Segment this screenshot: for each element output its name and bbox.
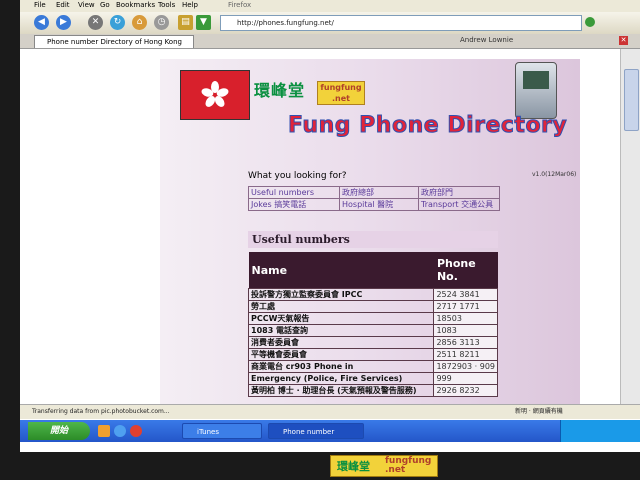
table-row: 投訴警方獨立監察委員會 IPCC 2524 3841 bbox=[247, 288, 498, 301]
table-row: PCCW天氣報告 18503 bbox=[247, 312, 498, 325]
status-bar: Transferring data from pic.photobucket.c… bbox=[20, 404, 640, 419]
row-phone: 1083 bbox=[433, 324, 498, 337]
address-text: http://phones.fungfung.net/ bbox=[237, 19, 334, 27]
menu-tools[interactable]: Tools bbox=[158, 1, 175, 9]
tab-title: Phone number Directory of Hong Kong bbox=[47, 38, 182, 46]
link-jokes[interactable]: Jokes 搞笑電話 bbox=[248, 198, 340, 211]
table-row: 消費者委員會 2856 3113 bbox=[247, 336, 498, 349]
bezel-sticker-logo: 環峰堂 fungfung .net bbox=[330, 455, 438, 477]
table-row: 勞工處 2717 1771 bbox=[247, 300, 498, 313]
home-icon[interactable]: ⌂ bbox=[132, 15, 147, 30]
row-name: 消費者委員會 bbox=[247, 336, 435, 349]
row-name: Emergency (Police, Fire Services) bbox=[247, 372, 435, 385]
bezel-brand: fungfung .net bbox=[385, 456, 432, 475]
ie-icon[interactable] bbox=[114, 425, 126, 437]
row-name: 商業電台 cr903 Phone in bbox=[247, 360, 435, 373]
question-label: What you looking for? bbox=[248, 171, 347, 181]
table-row: 黃明柏 博士 · 助理台長 (天氣預報及警告服務) 2926 8232 bbox=[247, 384, 498, 397]
table-row: 平等機會委員會 2511 8211 bbox=[247, 348, 498, 361]
menu-edit[interactable]: Edit bbox=[56, 1, 70, 9]
menu-bookmarks[interactable]: Bookmarks bbox=[116, 1, 155, 9]
task-phone-directory[interactable]: Phone number Direct... bbox=[268, 423, 364, 452]
logo-chinese: 環峰堂 bbox=[254, 81, 306, 100]
address-bar[interactable]: http://phones.fungfung.net/ bbox=[220, 15, 582, 31]
row-name: PCCW天氣報告 bbox=[247, 312, 435, 325]
system-tray bbox=[560, 420, 640, 442]
logo-tld: .net bbox=[332, 94, 350, 103]
quicklaunch-icon[interactable] bbox=[98, 425, 110, 437]
row-name: 黃明柏 博士 · 助理台長 (天氣預報及警告服務) bbox=[247, 384, 435, 397]
table-row: 商業電台 cr903 Phone in 1872903 · 909 bbox=[247, 360, 498, 373]
column-header-name: Name bbox=[248, 252, 434, 289]
row-name: 勞工處 bbox=[247, 300, 435, 313]
column-header-phone: Phone No. bbox=[433, 252, 498, 289]
row-name: 平等機會委員會 bbox=[247, 348, 435, 361]
link-transport[interactable]: Transport 交通公具 bbox=[418, 198, 500, 211]
task-itunes[interactable]: iTunes bbox=[182, 423, 262, 439]
forward-arrow-icon[interactable]: ▶ bbox=[56, 15, 71, 30]
bauhinia-icon bbox=[201, 81, 229, 107]
screen: File Edit View Go Bookmarks Tools Help F… bbox=[20, 0, 640, 452]
status-right: 新明 · 網頁續有機 bbox=[515, 408, 563, 415]
logo-fungfung: fungfung .net bbox=[317, 81, 365, 105]
go-icon[interactable] bbox=[585, 17, 595, 27]
link-useful-numbers[interactable]: Useful numbers bbox=[248, 186, 340, 199]
tab-bar: Phone number Directory of Hong Kong Andr… bbox=[20, 34, 640, 49]
category-links: Useful numbers 政府總部 政府部門 Jokes 搞笑電話 Hosp… bbox=[248, 186, 500, 211]
menu-view[interactable]: View bbox=[78, 1, 95, 9]
row-phone: 2717 1771 bbox=[433, 300, 498, 313]
row-phone: 2856 3113 bbox=[433, 336, 498, 349]
menu-bar: File Edit View Go Bookmarks Tools Help F… bbox=[20, 0, 640, 12]
menu-go[interactable]: Go bbox=[100, 1, 110, 9]
row-phone: 2511 8211 bbox=[433, 348, 498, 361]
row-phone: 2926 8232 bbox=[433, 384, 498, 397]
vertical-scrollbar[interactable] bbox=[620, 49, 640, 404]
version-label: v1.0(12Mar06) bbox=[532, 171, 577, 178]
directory-page: 環峰堂 fungfung .net Fung Phone Directory v… bbox=[160, 59, 580, 404]
bezel-chinese: 環峰堂 bbox=[337, 460, 370, 473]
row-name: 1083 電話查詢 bbox=[247, 324, 435, 337]
link-hospital[interactable]: Hospital 醫院 bbox=[339, 198, 419, 211]
link-government-hq[interactable]: 政府總部 bbox=[339, 186, 419, 199]
download-icon[interactable]: ▼ bbox=[196, 15, 211, 30]
menu-help[interactable]: Help bbox=[182, 1, 198, 9]
page-viewport: 環峰堂 fungfung .net Fung Phone Directory v… bbox=[20, 49, 620, 404]
hong-kong-flag-icon bbox=[180, 70, 250, 120]
print-icon[interactable]: ▤ bbox=[178, 15, 193, 30]
window-title: Firefox bbox=[228, 1, 252, 9]
section-heading: Useful numbers bbox=[248, 231, 498, 248]
useful-numbers-table: Name Phone No. 投訴警方獨立監察委員會 IPCC 2524 3841… bbox=[247, 252, 498, 397]
link-government-departments[interactable]: 政府部門 bbox=[418, 186, 500, 199]
row-phone: 999 bbox=[433, 372, 498, 385]
stop-icon[interactable]: ✕ bbox=[88, 15, 103, 30]
menu-file[interactable]: File bbox=[34, 1, 46, 9]
status-text: Transferring data from pic.photobucket.c… bbox=[32, 408, 170, 415]
user-label: Andrew Lownie bbox=[460, 36, 514, 44]
navigation-toolbar: ◀ ▶ ✕ ↻ ⌂ ◷ ▤ ▼ http://phones.fungfung.n… bbox=[20, 12, 640, 35]
page-title: Fung Phone Directory bbox=[287, 113, 568, 139]
scrollbar-thumb[interactable] bbox=[624, 69, 639, 131]
row-phone: 18503 bbox=[433, 312, 498, 325]
table-row: Emergency (Police, Fire Services) 999 bbox=[247, 372, 498, 385]
table-row: 1083 電話查詢 1083 bbox=[247, 324, 498, 337]
row-phone: 2524 3841 bbox=[433, 288, 498, 301]
row-phone: 1872903 · 909 bbox=[433, 360, 498, 373]
tab-phone-directory[interactable]: Phone number Directory of Hong Kong bbox=[34, 35, 194, 48]
close-tab-icon[interactable]: ✕ bbox=[619, 36, 628, 45]
history-icon[interactable]: ◷ bbox=[154, 15, 169, 30]
windows-taskbar: 開始 iTunes Phone number Direct... bbox=[20, 420, 640, 452]
firefox-icon[interactable] bbox=[130, 425, 142, 437]
logo-brand: fungfung bbox=[320, 83, 362, 92]
back-arrow-icon[interactable]: ◀ bbox=[34, 15, 49, 30]
row-name: 投訴警方獨立監察委員會 IPCC bbox=[247, 288, 435, 301]
reload-icon[interactable]: ↻ bbox=[110, 15, 125, 30]
start-button[interactable]: 開始 bbox=[28, 422, 90, 440]
mobile-phone-image bbox=[515, 62, 557, 119]
